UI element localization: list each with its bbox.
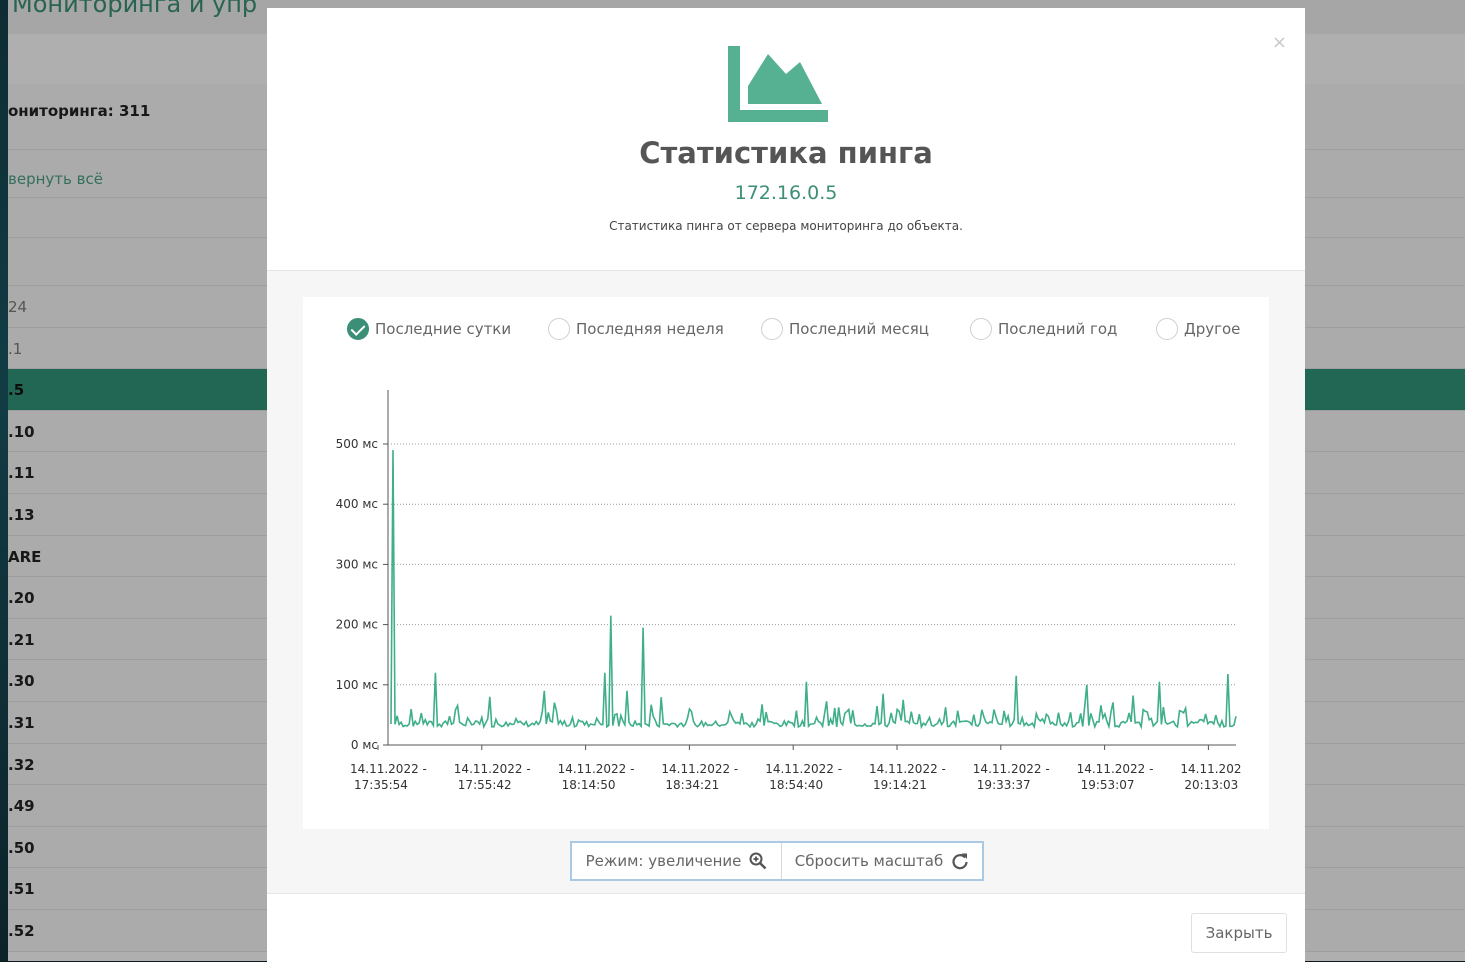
close-button[interactable]: Закрыть	[1191, 913, 1287, 953]
x-tick-label-time: 18:14:50	[562, 778, 616, 792]
x-tick-label-time: 19:33:37	[977, 778, 1031, 792]
refresh-icon	[952, 853, 968, 870]
radio-circle[interactable]	[970, 318, 992, 340]
period-option-other[interactable]: Другое	[1156, 316, 1240, 342]
ping-stats-modal: × Статистика пинга 172.16.0.5 Статистика…	[267, 8, 1305, 962]
period-option-year[interactable]: Последний год	[970, 316, 1117, 342]
radio-circle[interactable]	[548, 318, 570, 340]
x-tick-label-date: 14.11.2022 -	[1077, 762, 1154, 776]
y-tick-label: 500 мс	[336, 437, 378, 451]
modal-body: Последние сутки Последняя неделя Последн…	[267, 271, 1305, 893]
radio-circle[interactable]	[1156, 318, 1178, 340]
period-label: Последний год	[998, 320, 1118, 338]
ping-chart[interactable]: 0 мс 100 мс 200 мс 300 мс 400 мс 500 мс 14.11.…	[303, 357, 1269, 827]
period-label: Другое	[1184, 320, 1241, 338]
x-tick-label-date: 14.11.2022 -	[350, 762, 427, 776]
y-tick-label: 300 мс	[336, 557, 378, 571]
x-tick-label-time: 18:54:40	[769, 778, 823, 792]
x-tick-label-date: 14.11.2022 -	[661, 762, 738, 776]
period-option-week[interactable]: Последняя неделя	[548, 316, 724, 342]
x-tick-label-time: 19:53:07	[1081, 778, 1135, 792]
x-tick-label-time: 17:55:42	[458, 778, 512, 792]
radio-circle[interactable]	[761, 318, 783, 340]
y-tick-label: 0 мс	[351, 738, 378, 752]
x-tick-label-time: 20:13:03	[1184, 778, 1238, 792]
period-option-month[interactable]: Последний месяц	[761, 316, 929, 342]
y-tick-label: 200 мс	[336, 618, 378, 632]
period-label: Последняя неделя	[576, 320, 724, 338]
x-tick-label-date: 14.11.2022 -	[765, 762, 842, 776]
area-chart-icon	[728, 46, 828, 122]
x-tick-label-time: 17:35:54	[354, 778, 408, 792]
modal-footer: Закрыть	[267, 893, 1305, 962]
ping-series-line	[390, 449, 1237, 730]
zoom-mode-label: Режим: увеличение	[585, 852, 742, 870]
x-tick-label-date: 14.11.202	[1180, 762, 1241, 776]
reset-zoom-button[interactable]: Сбросить масштаб	[782, 843, 982, 879]
radio-circle[interactable]	[347, 318, 369, 340]
zoom-controls: Режим: увеличение Сбросить масштаб	[570, 841, 984, 881]
x-tick-label-date: 14.11.2022 -	[869, 762, 946, 776]
modal-description: Статистика пинга от сервера мониторинга …	[609, 219, 963, 233]
x-tick-label-date: 14.11.2022 -	[454, 762, 531, 776]
close-icon[interactable]: ×	[1272, 34, 1287, 52]
zoom-in-icon	[749, 852, 767, 870]
period-option-day[interactable]: Последние сутки	[347, 316, 511, 342]
reset-zoom-label: Сбросить масштаб	[794, 852, 944, 870]
ip-address: 172.16.0.5	[734, 182, 838, 204]
x-tick-label-time: 18:34:21	[665, 778, 719, 792]
x-tick-label-date: 14.11.2022 -	[973, 762, 1050, 776]
zoom-mode-button[interactable]: Режим: увеличение	[572, 843, 782, 879]
desktop-edge	[0, 0, 8, 961]
y-tick-label: 100 мс	[336, 678, 378, 692]
x-tick-label-time: 19:14:21	[873, 778, 927, 792]
modal-title: Статистика пинга	[639, 136, 933, 170]
x-tick-label-date: 14.11.2022 -	[558, 762, 635, 776]
period-label: Последние сутки	[375, 320, 512, 338]
y-tick-label: 400 мс	[336, 497, 378, 511]
period-selector: Последние сутки Последняя неделя Последн…	[303, 297, 1269, 357]
modal-header: × Статистика пинга 172.16.0.5 Статистика…	[267, 8, 1305, 271]
chart-panel: Последние сутки Последняя неделя Последн…	[303, 297, 1269, 829]
period-label: Последний месяц	[789, 320, 929, 338]
